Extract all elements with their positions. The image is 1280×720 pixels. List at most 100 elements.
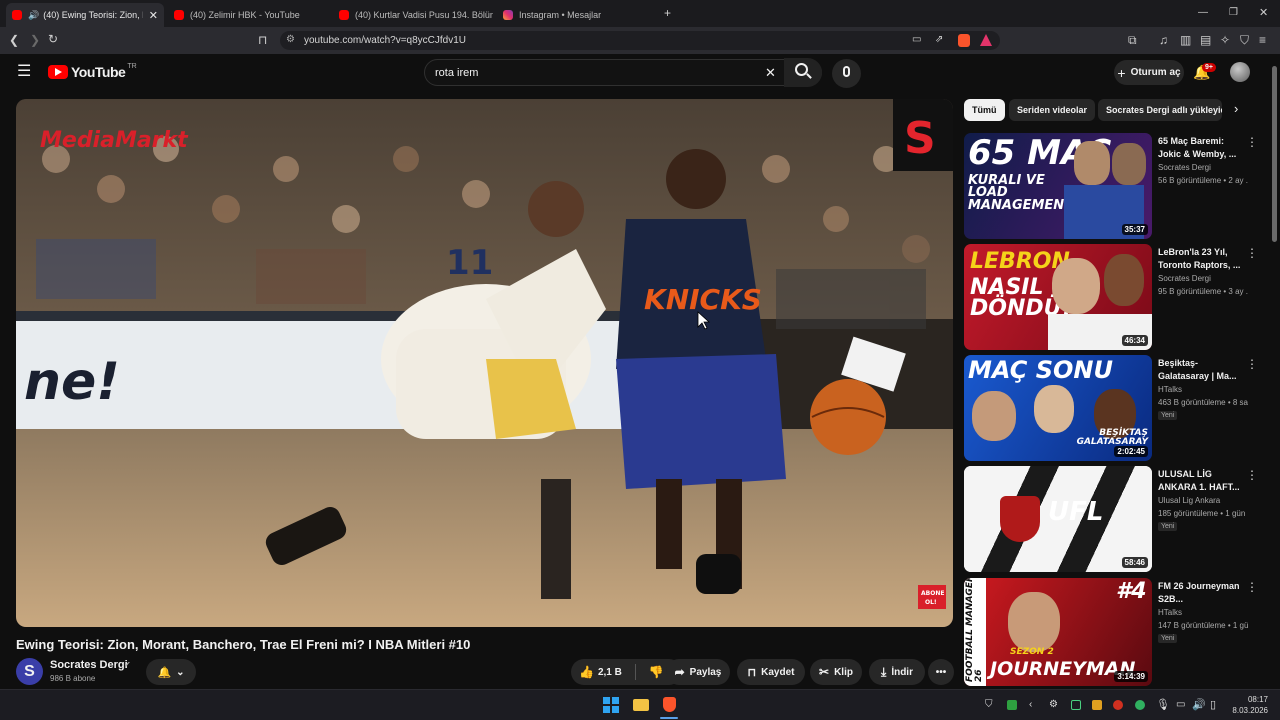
thumbnail-subtext: NASIL DÖNDÜ? <box>970 275 1075 321</box>
recommendation-item[interactable]: UFL 58:46 ULUSAL LİG ANKARA 1. HAFT... U… <box>964 466 1258 572</box>
youtube-header: ☰ YouTube TR rota irem ✕ + Oturum aç 🔔 9… <box>0 54 1268 94</box>
vpn-icon[interactable]: ⛉ <box>1240 33 1249 47</box>
wallet-icon[interactable]: ▤ <box>1200 33 1211 47</box>
menu-icon[interactable]: ≡ <box>1259 33 1266 47</box>
subscription-bell-button[interactable]: 🔔 ⌄ <box>146 659 196 685</box>
tray-green-app-icon[interactable] <box>1135 700 1145 710</box>
clock-date[interactable]: 8.03.2026 <box>1226 706 1268 715</box>
recommendation-item[interactable]: FOOTBALL MANAGER 26 #4 SEZON 2 JOURNEYMA… <box>964 578 1258 686</box>
socrates-logo-watermark: S <box>904 113 936 164</box>
search-box[interactable]: rota irem ✕ <box>424 59 822 86</box>
video-duration: 2:02:45 <box>1114 446 1148 457</box>
brave-rewards-icon[interactable] <box>980 34 992 46</box>
scissors-icon: ✂ <box>819 665 830 679</box>
site-info-icon[interactable]: ⚙ <box>286 34 295 45</box>
cast-icon[interactable]: ▭ <box>912 33 921 47</box>
more-vertical-icon[interactable]: ⋮ <box>1246 357 1258 371</box>
new-tab-icon[interactable]: + <box>664 6 671 20</box>
tray-app-icon[interactable] <box>1007 700 1017 710</box>
recommendation-item[interactable]: LEBRON NASIL DÖNDÜ? 46:34 LeBron'la 23 Y… <box>964 244 1258 350</box>
tray-mic-icon[interactable]: 🎙 <box>1156 698 1170 711</box>
brave-shield-icon[interactable] <box>958 34 970 47</box>
chip-all[interactable]: Tümü <box>964 99 1005 121</box>
video-thumbnail[interactable]: MAÇ SONU BEŞİKTAŞ GALATASARAY 2:02:45 <box>964 355 1152 461</box>
search-input[interactable]: rota irem <box>435 67 478 79</box>
file-explorer-icon[interactable] <box>633 699 649 711</box>
chevron-right-icon[interactable]: › <box>1234 101 1238 116</box>
more-vertical-icon[interactable]: ⋮ <box>1246 135 1258 149</box>
scrollbar-thumb[interactable] <box>1272 66 1277 242</box>
svg-text:KNICKS: KNICKS <box>644 283 762 316</box>
reader-icon[interactable]: ▥ <box>1180 33 1191 47</box>
recommendation-item[interactable]: MAÇ SONU BEŞİKTAŞ GALATASARAY 2:02:45 Be… <box>964 355 1258 461</box>
more-actions-button[interactable]: ••• <box>928 659 954 685</box>
tray-red-app-icon[interactable] <box>1113 700 1123 710</box>
chip-uploader[interactable]: Socrates Dergi adlı yükleyici <box>1098 99 1222 121</box>
windows-start-icon[interactable] <box>603 697 619 713</box>
more-vertical-icon[interactable]: ⋮ <box>1246 580 1258 594</box>
avatar[interactable] <box>1230 62 1250 82</box>
video-thumbnail[interactable]: LEBRON NASIL DÖNDÜ? 46:34 <box>964 244 1152 350</box>
bookmark-icon[interactable]: ⊓ <box>258 33 267 47</box>
region-code: TR <box>127 62 137 70</box>
address-bar[interactable]: ⚙ youtube.com/watch?v=q8ycCJfdv1U <box>280 31 1000 50</box>
dislike-button-thumbs-down-icon[interactable]: 👎 <box>649 665 664 679</box>
tray-shield-icon[interactable]: ⛉ <box>985 699 993 710</box>
recommendation-channel: Ulusal Lig Ankara <box>1158 496 1221 505</box>
video-duration: 3:14:39 <box>1114 671 1148 682</box>
browser-tab[interactable]: (40) Kurtlar Vadisi Pusu 194. Bölüm · <box>333 3 493 27</box>
bell-icon: 🔔 <box>157 666 172 679</box>
back-icon[interactable]: ❮ <box>9 33 19 47</box>
tray-folder-icon[interactable] <box>1092 700 1102 710</box>
hamburger-menu-icon[interactable]: ☰ <box>17 64 31 80</box>
sign-in-button[interactable]: + Oturum aç <box>1114 60 1184 85</box>
ufl-shield-icon <box>1000 496 1040 542</box>
tray-chevron-icon[interactable]: ‹ <box>1029 699 1032 710</box>
video-player[interactable]: ne! 11 KNICKS MediaMarkt S ABONE OL! <box>16 99 953 627</box>
download-button[interactable]: ⤓ İndir <box>869 659 925 685</box>
video-thumbnail[interactable]: 65 MAÇ KURALI VE LOAD MANAGEMENT 35:37 <box>964 133 1152 239</box>
brave-browser-icon[interactable] <box>663 697 676 712</box>
browser-tab[interactable]: (40) Zelimir HBK - YouTube <box>168 3 328 27</box>
save-button[interactable]: ⊓ Kaydet <box>737 659 805 685</box>
sidebar-panel-icon[interactable]: ⧉ <box>1128 33 1137 47</box>
minimize-icon[interactable]: — <box>1198 6 1208 20</box>
share-button[interactable]: ➦ Paylaş <box>666 659 730 685</box>
forward-icon[interactable]: ❯ <box>30 33 40 47</box>
leo-ai-icon[interactable]: ✧ <box>1220 33 1230 47</box>
more-vertical-icon[interactable]: ⋮ <box>1246 468 1258 482</box>
close-tab-icon[interactable]: ✕ <box>149 9 158 22</box>
browser-tab-bar: 🔊 (40) Ewing Teorisi: Zion, Mora ✕ (40) … <box>0 0 1280 27</box>
more-vertical-icon[interactable]: ⋮ <box>1246 246 1258 260</box>
battery-icon[interactable]: ▯ <box>1210 698 1216 711</box>
like-button[interactable]: 👍 2,1 B <box>579 665 622 679</box>
close-window-icon[interactable]: ✕ <box>1259 6 1268 20</box>
browser-tab-active[interactable]: 🔊 (40) Ewing Teorisi: Zion, Mora ✕ <box>6 3 164 27</box>
channel-name[interactable]: Socrates Dergi <box>50 659 128 671</box>
download-label: İndir <box>891 666 913 678</box>
share-label: Paylaş <box>689 666 722 678</box>
channel-avatar[interactable]: S <box>16 658 43 685</box>
share-icon[interactable]: ⇗ <box>935 33 943 47</box>
tray-nvidia-icon[interactable] <box>1071 700 1081 710</box>
page-scrollbar[interactable] <box>1270 54 1280 689</box>
microphone-icon <box>843 66 850 77</box>
clip-button[interactable]: ✂ Klip <box>810 659 862 685</box>
music-icon[interactable]: ♫ <box>1159 33 1168 47</box>
thumbs-up-icon: 👍 <box>579 665 594 679</box>
volume-icon[interactable]: 🔊 <box>1192 698 1206 711</box>
tray-gear-icon[interactable]: ⚙ <box>1049 699 1058 710</box>
voice-search-button[interactable] <box>832 59 861 88</box>
recommendation-item[interactable]: 65 MAÇ KURALI VE LOAD MANAGEMENT 35:37 6… <box>964 133 1258 239</box>
video-thumbnail[interactable]: FOOTBALL MANAGER 26 #4 SEZON 2 JOURNEYMA… <box>964 578 1152 686</box>
browser-tab[interactable]: Instagram • Mesajlar <box>497 3 657 27</box>
youtube-logo[interactable]: YouTube TR <box>48 62 137 80</box>
chip-series[interactable]: Seriden videolar <box>1009 99 1096 121</box>
clock-time[interactable]: 08:17 <box>1234 695 1268 704</box>
reload-icon[interactable]: ↻ <box>48 32 58 46</box>
network-icon[interactable]: ▭ <box>1176 699 1185 710</box>
restore-icon[interactable]: ❐ <box>1229 6 1238 20</box>
search-button[interactable] <box>784 58 822 87</box>
clear-search-icon[interactable]: ✕ <box>765 65 776 81</box>
video-thumbnail[interactable]: UFL 58:46 <box>964 466 1152 572</box>
